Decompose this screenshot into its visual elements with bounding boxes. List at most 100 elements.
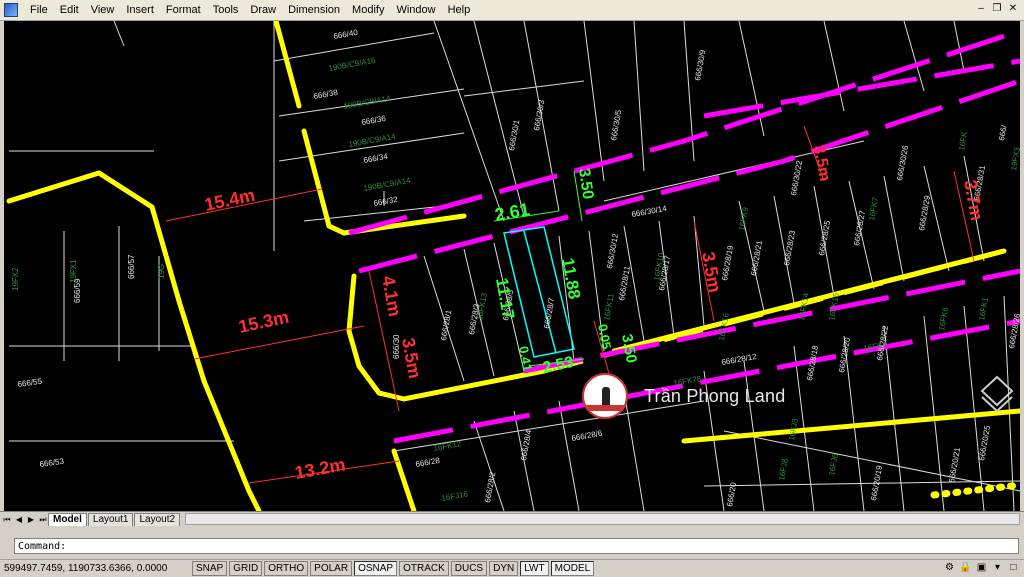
lot-label: 666/28/25 <box>817 219 832 256</box>
brand-logo-icon <box>582 373 628 419</box>
communication-center-icon[interactable]: ⚙ <box>943 561 956 574</box>
lock-icon[interactable]: 🔒 <box>959 561 972 574</box>
lot-label: 666/20 <box>725 481 738 507</box>
dotted-edge <box>930 481 1020 499</box>
toggle-model[interactable]: MODEL <box>550 561 595 576</box>
app-icon[interactable] <box>4 3 18 17</box>
lot-label: 666/30/9 <box>693 49 707 82</box>
lot-dimension: 2.61 <box>493 199 531 225</box>
command-area: Command: <box>0 526 1024 557</box>
lot-label: 19FX1 <box>69 259 78 283</box>
prev-tab-icon[interactable]: ◀ <box>14 514 24 526</box>
menu-modify[interactable]: Modify <box>346 1 390 19</box>
menu-draw[interactable]: Draw <box>244 1 282 19</box>
lot-label: 16FK6 <box>937 306 950 331</box>
menu-bar: File Edit View Insert Format Tools Draw … <box>0 0 1024 21</box>
restore-icon[interactable]: ❐ <box>990 2 1004 16</box>
menu-file[interactable]: File <box>24 1 54 19</box>
menu-help[interactable]: Help <box>442 1 477 19</box>
lot-label: 666/30/12 <box>605 232 620 269</box>
lot-label: 16FJ6 <box>827 452 840 476</box>
clean-screen-icon[interactable]: □ <box>1007 561 1020 574</box>
tab-layout2[interactable]: Layout2 <box>134 513 181 526</box>
menu-format[interactable]: Format <box>160 1 207 19</box>
lot-dimension: 2.53 <box>541 354 575 377</box>
road-dimension: 15.4m <box>203 185 257 215</box>
lot-label: 666/30/14 <box>631 204 668 219</box>
lot-label: 666/28/20 <box>837 336 852 373</box>
lot-label: 19FX3 <box>1009 146 1020 171</box>
layers-icon[interactable] <box>980 373 1014 413</box>
lot-label: 666/30/26 <box>895 144 910 181</box>
tab-model[interactable]: Model <box>48 513 87 526</box>
lot-label: 666/30/22 <box>789 159 804 196</box>
lot-label: 666/28 <box>415 456 441 469</box>
lot-label: 666/30/5 <box>609 109 623 142</box>
lot-label: 16FK7 <box>867 196 880 221</box>
lot-label: 666/28/27 <box>852 209 867 246</box>
lot-label: 666/36 <box>361 114 387 127</box>
close-icon[interactable]: ✕ <box>1006 2 1020 16</box>
layout-tab-bar: ⏮ ◀ ▶ ⏭ Model Layout1 Layout2 <box>0 511 1024 526</box>
status-bar: 599497.7459, 1190733.6366, 0.0000 SNAP G… <box>0 559 1024 577</box>
lot-label: 666/28/21 <box>749 239 764 276</box>
lot-label: 666/28/23 <box>782 229 797 266</box>
lot-label: 666/34 <box>363 152 389 165</box>
toggle-ortho[interactable]: ORTHO <box>264 561 309 576</box>
road-dimension: 3.5m <box>810 144 833 183</box>
lot-label: 16FJ8 <box>777 457 790 481</box>
lot-label: 16FJ3 <box>787 417 800 441</box>
horizontal-scrollbar[interactable] <box>185 513 1020 525</box>
command-prompt: Command: <box>18 541 67 552</box>
lot-label: 666/28/7 <box>542 297 556 330</box>
minimize-icon[interactable]: – <box>974 2 988 16</box>
next-tab-icon[interactable]: ▶ <box>26 514 36 526</box>
lot-label: 666/28/1 <box>439 309 453 342</box>
menu-tools[interactable]: Tools <box>207 1 245 19</box>
menu-dimension[interactable]: Dimension <box>282 1 346 19</box>
lot-label: 16FJ16 <box>441 489 469 503</box>
first-tab-icon[interactable]: ⏮ <box>2 514 12 526</box>
toggle-grid[interactable]: GRID <box>229 561 263 576</box>
lot-label: 666/32 <box>373 195 399 208</box>
lot-label: 16FK <box>957 130 969 151</box>
menu-edit[interactable]: Edit <box>54 1 85 19</box>
lot-dimension: 0.41 <box>516 345 535 373</box>
road-dimension: 3.5m <box>398 336 425 380</box>
coordinate-readout: 599497.7459, 1190733.6366, 0.0000 <box>4 563 168 574</box>
lot-dimension: 0.05 <box>595 323 614 351</box>
lot-label: 16FK14 <box>797 292 811 322</box>
toggle-dyn[interactable]: DYN <box>489 561 519 576</box>
menu-view[interactable]: View <box>85 1 121 19</box>
toggle-polar[interactable]: POLAR <box>310 561 353 576</box>
tray-settings-icon[interactable]: ▣ <box>975 561 988 574</box>
lot-label: 666/28/26 <box>1007 312 1020 349</box>
menu-window[interactable]: Window <box>390 1 441 19</box>
last-tab-icon[interactable]: ⏭ <box>38 514 48 526</box>
lot-label: 666/57 <box>127 254 136 279</box>
lot-label: 666/28/11 <box>617 265 632 302</box>
command-line[interactable]: Command: <box>14 538 1019 554</box>
lot-label: 16FK16 <box>717 312 731 342</box>
drawing-canvas[interactable]: 666/40 190B/C9/A16 666/38 190B/C9/A14 666/36… <box>4 21 1020 511</box>
lot-dimension: 3.50 <box>618 333 640 365</box>
lot-label: 666/28/29 <box>917 194 932 231</box>
lot-label: 19G <box>157 264 166 279</box>
lot-dimension: 11.88 <box>558 256 584 300</box>
watermark: Trần Phong Land <box>582 373 785 419</box>
toggle-osnap[interactable]: OSNAP <box>354 561 398 576</box>
lot-label: 190B/C9/A14 <box>343 94 392 111</box>
tab-layout1[interactable]: Layout1 <box>87 513 134 526</box>
lot-label: 16FK9 <box>737 206 750 231</box>
lot-label: 190B/C9/A14 <box>363 176 412 193</box>
menu-insert[interactable]: Insert <box>120 1 160 19</box>
lot-label: 666/30/3 <box>532 99 546 132</box>
toggle-snap[interactable]: SNAP <box>192 561 228 576</box>
lot-label: 190B/C9/A16 <box>328 56 377 73</box>
toggle-ducs[interactable]: DUCS <box>450 561 488 576</box>
toggle-lwt[interactable]: LWT <box>520 561 549 576</box>
toggle-otrack[interactable]: OTRACK <box>399 561 449 576</box>
lot-label: 666/ <box>997 124 1009 142</box>
lot-label: 666/30/1 <box>507 119 521 152</box>
chevron-down-icon[interactable]: ▾ <box>991 561 1004 574</box>
